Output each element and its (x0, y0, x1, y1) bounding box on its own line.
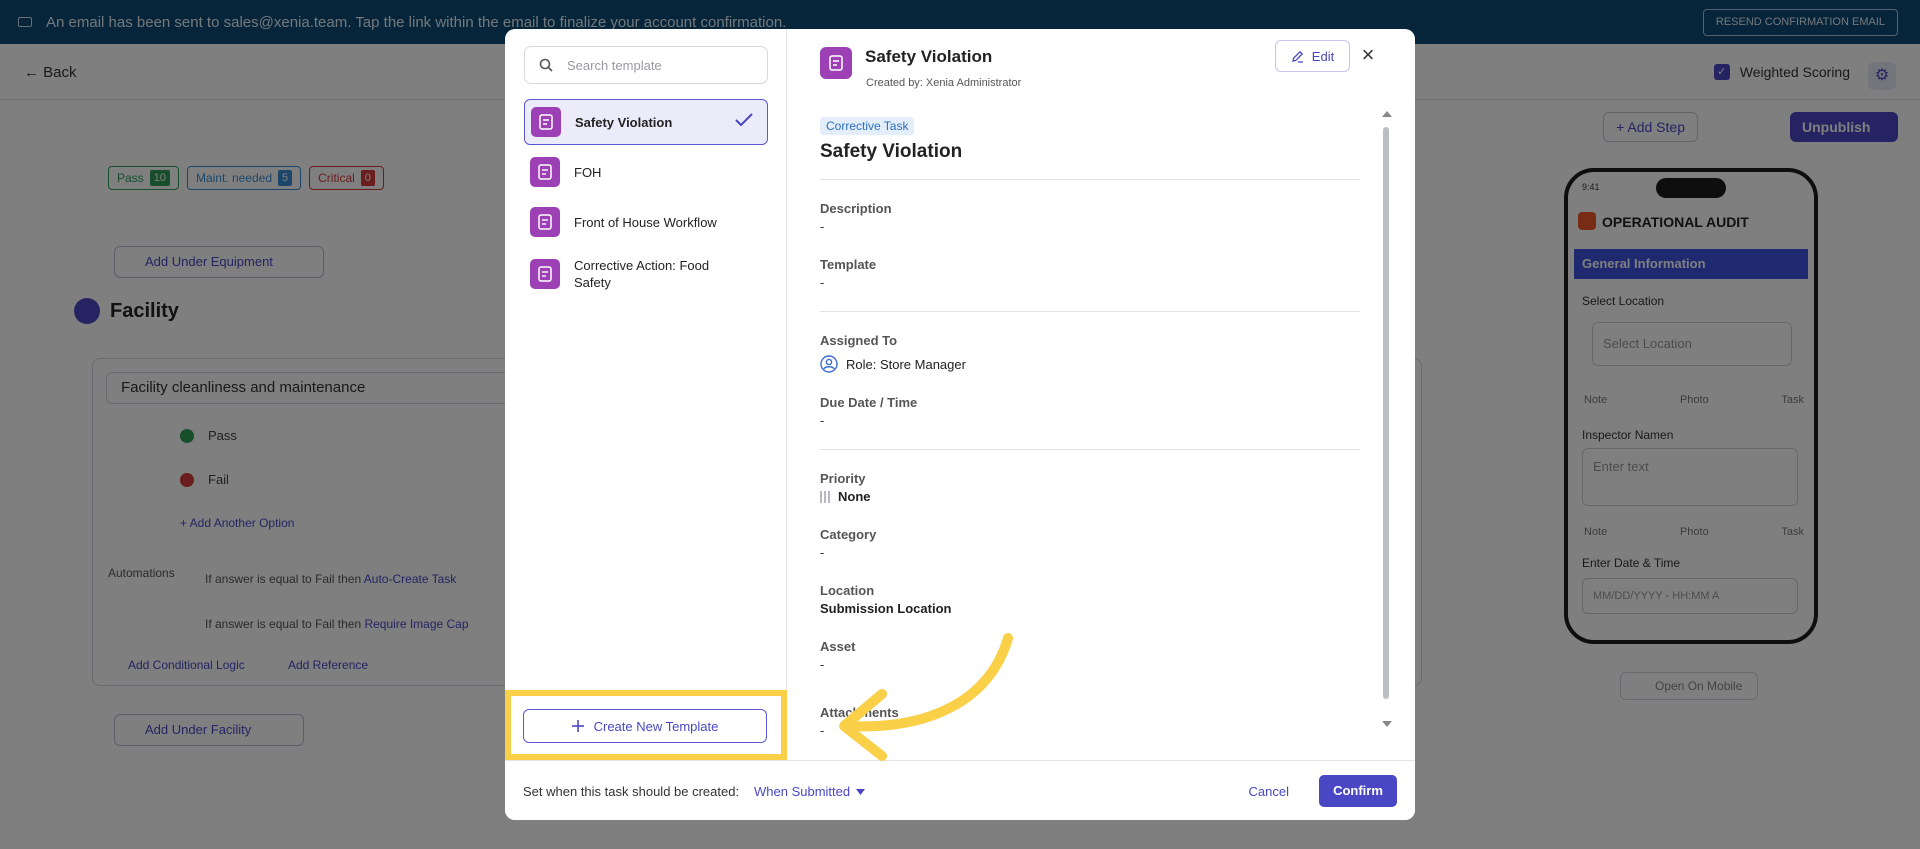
template-icon (531, 107, 561, 137)
search-icon (539, 58, 553, 72)
template-item-safety-violation[interactable]: Safety Violation (524, 99, 768, 145)
detail-scrollbar[interactable] (1382, 111, 1392, 733)
template-list-pane: Safety Violation FOH Front of House Work… (505, 29, 787, 760)
template-icon (530, 259, 560, 289)
task-type-tag: Corrective Task (820, 117, 915, 135)
location-value: Submission Location (820, 601, 952, 616)
category-value: - (820, 545, 825, 560)
priority-text: None (838, 489, 871, 504)
creation-trigger-label: Set when this task should be created: (523, 784, 740, 799)
description-label: Description (820, 201, 892, 216)
template-item-foh[interactable]: FOH (524, 149, 768, 195)
caret-down-icon (856, 788, 866, 795)
template-item-corrective-action-food-safety[interactable]: Corrective Action: Food Safety (524, 251, 768, 297)
template-label: FOH (574, 164, 602, 180)
attachments-value: - (820, 723, 825, 738)
description-value: - (820, 219, 825, 234)
due-date-label: Due Date / Time (820, 395, 918, 410)
pointer-arrow-icon (839, 633, 1013, 761)
location-label: Location (820, 583, 875, 598)
create-new-template-label: Create New Template (593, 718, 719, 734)
scroll-up-icon[interactable] (1382, 111, 1392, 117)
template-label: Safety Violation (575, 114, 673, 130)
priority-label: Priority (820, 471, 866, 486)
template-label: Corrective Action: Food Safety (574, 258, 710, 290)
divider (820, 311, 1360, 312)
priority-value: None (820, 489, 871, 504)
template-field-value: - (820, 275, 825, 290)
template-item-front-of-house-workflow[interactable]: Front of House Workflow (524, 199, 768, 245)
confirm-button[interactable]: Confirm (1319, 775, 1397, 807)
creation-trigger-value: When Submitted (754, 784, 851, 799)
priority-bars-icon (820, 490, 830, 503)
search-box (524, 46, 768, 84)
asset-value: - (820, 657, 825, 672)
close-icon[interactable]: × (1356, 43, 1380, 67)
created-by-text: Created by: Xenia Administrator (866, 77, 1022, 89)
scroll-down-icon[interactable] (1382, 721, 1392, 727)
plus-icon (571, 720, 584, 732)
user-icon (820, 355, 838, 373)
divider (820, 179, 1360, 180)
assigned-to-value: Role: Store Manager (820, 355, 966, 373)
task-title: Safety Violation (820, 141, 963, 162)
assignee-text: Role: Store Manager (846, 356, 966, 372)
edit-label: Edit (1311, 48, 1335, 64)
template-label: Front of House Workflow (574, 214, 717, 230)
assigned-to-label: Assigned To (820, 333, 898, 348)
check-icon (735, 113, 753, 127)
template-icon (530, 157, 560, 187)
create-new-template-button[interactable]: Create New Template (523, 709, 767, 743)
pencil-icon (1291, 50, 1303, 63)
edit-button[interactable]: Edit (1275, 40, 1350, 72)
detail-header-title: Safety Violation (865, 47, 993, 66)
category-label: Category (820, 527, 877, 542)
due-date-value: - (820, 413, 825, 428)
scroll-thumb[interactable] (1383, 127, 1389, 699)
template-field-label: Template (820, 257, 877, 272)
divider (820, 449, 1360, 450)
cancel-button[interactable]: Cancel (1249, 784, 1289, 799)
template-icon (530, 207, 560, 237)
search-template-input[interactable] (567, 57, 747, 73)
template-icon (820, 47, 852, 79)
creation-trigger-dropdown[interactable]: When Submitted (754, 784, 866, 799)
